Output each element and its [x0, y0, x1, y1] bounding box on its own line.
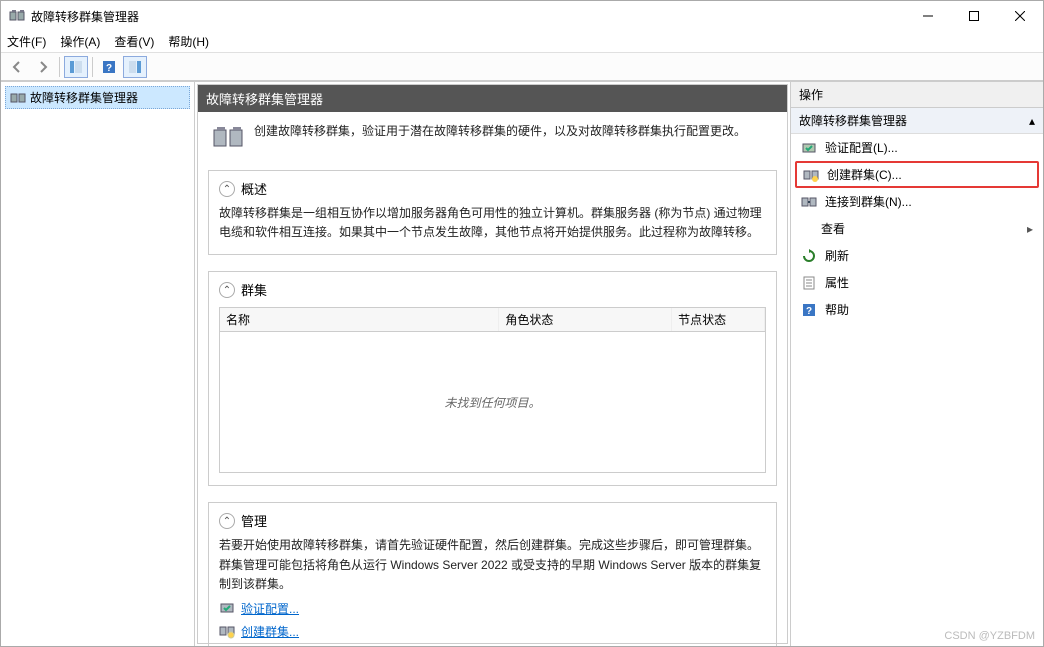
action-help-label: 帮助 — [825, 301, 849, 318]
intro-text: 创建故障转移群集，验证用于潜在故障转移群集的硬件，以及对故障转移群集执行配置更改… — [254, 122, 746, 141]
svg-text:?: ? — [806, 306, 812, 317]
action-properties-label: 属性 — [825, 274, 849, 291]
col-rolestatus[interactable]: 角色状态 — [499, 308, 672, 331]
collapse-icon[interactable] — [219, 181, 235, 197]
back-button[interactable] — [5, 56, 29, 78]
help-icon: ? — [801, 302, 817, 318]
menu-action[interactable]: 操作(A) — [60, 33, 100, 50]
maximize-button[interactable] — [951, 1, 997, 31]
link-validate[interactable]: 验证配置... — [241, 600, 299, 617]
collapse-icon[interactable] — [219, 282, 235, 298]
tree-root-item[interactable]: 故障转移群集管理器 — [5, 86, 190, 109]
toolbar-separator — [59, 57, 60, 77]
col-name[interactable]: 名称 — [220, 308, 499, 331]
overview-title: 概述 — [241, 179, 267, 198]
action-view[interactable]: 查看 — [791, 215, 1043, 242]
action-validate[interactable]: 验证配置(L)... — [791, 134, 1043, 161]
menu-bar: 文件(F) 操作(A) 查看(V) 帮助(H) — [1, 31, 1043, 53]
section-manage: 管理 若要开始使用故障转移群集，请首先验证硬件配置，然后创建群集。完成这些步骤后… — [208, 502, 777, 646]
app-icon — [9, 8, 25, 24]
close-button[interactable] — [997, 1, 1043, 31]
action-create-label: 创建群集(C)... — [827, 166, 902, 183]
center-pane: 故障转移群集管理器 创建故障转移群集，验证用于潜在故障转移群集的硬件，以及对故障… — [195, 82, 790, 646]
action-properties[interactable]: 属性 — [791, 269, 1043, 296]
cluster-large-icon — [212, 122, 244, 154]
menu-view[interactable]: 查看(V) — [114, 33, 154, 50]
cluster-manager-icon — [10, 90, 26, 106]
cluster-table: 名称 角色状态 节点状态 未找到任何项目。 — [219, 307, 766, 473]
forward-button[interactable] — [31, 56, 55, 78]
toolbar-actions-button[interactable] — [123, 56, 147, 78]
clusters-title: 群集 — [241, 280, 267, 299]
watermark: CSDN @YZBFDM — [944, 630, 1035, 642]
action-refresh-label: 刷新 — [825, 247, 849, 264]
action-refresh[interactable]: 刷新 — [791, 242, 1043, 269]
action-connect-label: 连接到群集(N)... — [825, 193, 912, 210]
manage-text: 若要开始使用故障转移群集，请首先验证硬件配置，然后创建群集。完成这些步骤后，即可… — [219, 536, 766, 594]
toolbar-separator — [92, 57, 93, 77]
create-cluster-icon — [803, 167, 819, 183]
action-help[interactable]: ? 帮助 — [791, 296, 1043, 323]
action-create[interactable]: 创建群集(C)... — [795, 161, 1039, 188]
toolbar-help-button[interactable]: ? — [97, 56, 121, 78]
col-nodestatus[interactable]: 节点状态 — [672, 308, 765, 331]
menu-file[interactable]: 文件(F) — [7, 33, 46, 50]
minimize-button[interactable] — [905, 1, 951, 31]
action-validate-label: 验证配置(L)... — [825, 139, 898, 156]
window-title: 故障转移群集管理器 — [31, 8, 905, 25]
actions-header: 操作 — [791, 82, 1043, 108]
actions-group-label: 故障转移群集管理器 — [799, 112, 907, 129]
actions-group-header[interactable]: 故障转移群集管理器 ▴ — [791, 108, 1043, 134]
toolbar-tree-button[interactable] — [64, 56, 88, 78]
svg-text:?: ? — [106, 63, 112, 74]
validate-icon — [219, 600, 235, 616]
overview-text: 故障转移群集是一组相互协作以增加服务器角色可用性的独立计算机。群集服务器 (称为… — [219, 204, 766, 242]
title-bar: 故障转移群集管理器 — [1, 1, 1043, 31]
validate-icon — [801, 140, 817, 156]
collapse-triangle-icon: ▴ — [1029, 114, 1035, 128]
collapse-icon[interactable] — [219, 513, 235, 529]
section-clusters: 群集 名称 角色状态 节点状态 未找到任何项目。 — [208, 271, 777, 486]
tree-root-label: 故障转移群集管理器 — [30, 89, 138, 106]
refresh-icon — [801, 248, 817, 264]
link-create[interactable]: 创建群集... — [241, 623, 299, 640]
center-header: 故障转移群集管理器 — [198, 85, 787, 112]
actions-pane: 操作 故障转移群集管理器 ▴ 验证配置(L)... 创建群集(C)... 连接到… — [790, 82, 1043, 646]
manage-title: 管理 — [241, 511, 267, 530]
create-icon — [219, 623, 235, 639]
cluster-table-empty: 未找到任何项目。 — [220, 332, 765, 472]
tree-pane: 故障转移群集管理器 — [1, 82, 195, 646]
properties-icon — [801, 275, 817, 291]
action-connect[interactable]: 连接到群集(N)... — [791, 188, 1043, 215]
section-overview: 概述 故障转移群集是一组相互协作以增加服务器角色可用性的独立计算机。群集服务器 … — [208, 170, 777, 255]
menu-help[interactable]: 帮助(H) — [168, 33, 209, 50]
toolbar: ? — [1, 53, 1043, 81]
connect-icon — [801, 194, 817, 210]
action-view-label: 查看 — [821, 220, 845, 237]
